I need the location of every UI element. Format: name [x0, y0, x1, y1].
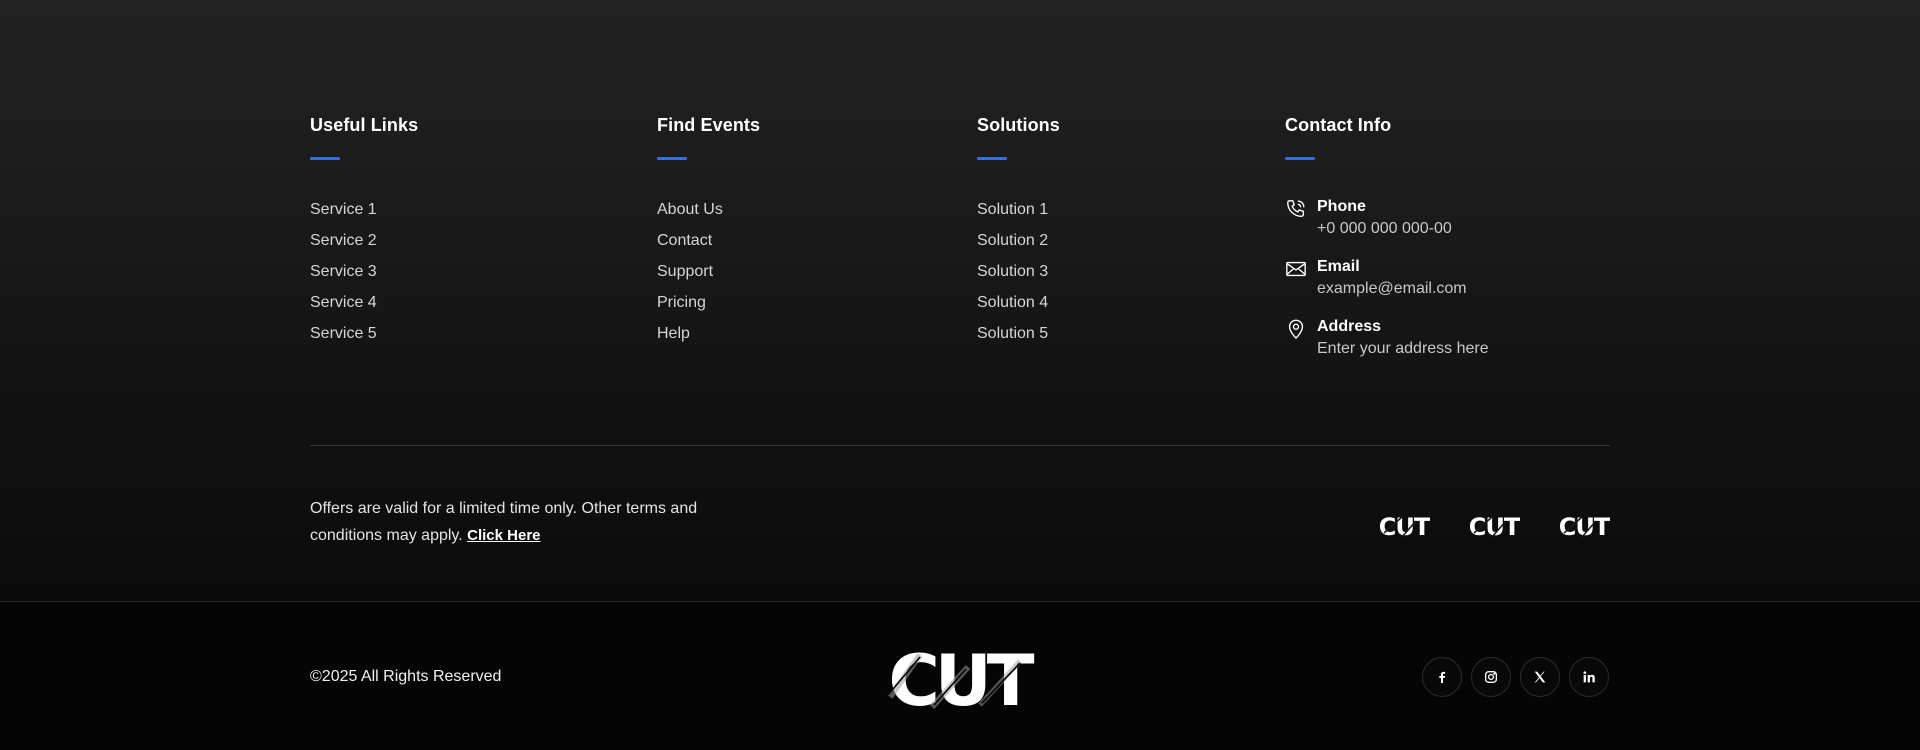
instagram-icon [1485, 671, 1497, 683]
partner-logo-2[interactable]: CUT [1468, 513, 1520, 539]
map-pin-icon [1285, 318, 1307, 340]
link-service-3[interactable]: Service 3 [310, 256, 418, 287]
solutions-column: Solutions Solution 1 Solution 2 Solution… [977, 114, 1060, 349]
instagram-button[interactable] [1471, 657, 1511, 697]
footer-main: Useful Links Service 1 Service 2 Service… [0, 0, 1920, 601]
find-events-heading: Find Events [657, 115, 761, 135]
link-contact[interactable]: Contact [657, 225, 760, 256]
offer-notice: Offers are valid for a limited time only… [310, 495, 730, 549]
contact-phone: Phone +0 000 000 000-00 [1285, 197, 1489, 257]
link-pricing[interactable]: Pricing [657, 287, 760, 318]
contact-info-heading: Contact Info [1285, 115, 1392, 135]
copyright-text: ©2025 All Rights Reserved [310, 668, 502, 685]
contact-email-label: Email [1317, 258, 1360, 275]
link-service-2[interactable]: Service 2 [310, 225, 418, 256]
contact-address-label: Address [1317, 318, 1382, 335]
heading-accent-bar [1285, 157, 1315, 160]
solutions-list: Solution 1 Solution 2 Solution 3 Solutio… [977, 194, 1060, 349]
contact-list: Phone +0 000 000 000-00 Email example@em… [1285, 197, 1489, 377]
find-events-column: Find Events About Us Contact Support Pri… [657, 114, 760, 349]
contact-info-column: Contact Info Phone +0 000 000 000-00 Ema… [1285, 114, 1489, 377]
facebook-button[interactable] [1422, 657, 1462, 697]
link-help[interactable]: Help [657, 318, 760, 349]
link-service-1[interactable]: Service 1 [310, 194, 418, 225]
contact-address: Address Enter your address here [1285, 317, 1489, 377]
contact-phone-value[interactable]: +0 000 000 000-00 [1317, 217, 1489, 241]
solutions-heading: Solutions [977, 115, 1060, 135]
contact-email-value[interactable]: example@email.com [1317, 277, 1489, 301]
link-service-4[interactable]: Service 4 [310, 287, 418, 318]
find-events-list: About Us Contact Support Pricing Help [657, 194, 760, 349]
heading-accent-bar [310, 157, 340, 160]
link-solution-1[interactable]: Solution 1 [977, 194, 1060, 225]
link-solution-4[interactable]: Solution 4 [977, 287, 1060, 318]
link-about-us[interactable]: About Us [657, 194, 760, 225]
contact-email: Email example@email.com [1285, 257, 1489, 317]
footer-divider [310, 445, 1610, 446]
link-solution-2[interactable]: Solution 2 [977, 225, 1060, 256]
cut-logo[interactable]: CUT [880, 645, 1038, 711]
contact-phone-label: Phone [1317, 198, 1366, 215]
useful-links-column: Useful Links Service 1 Service 2 Service… [310, 114, 418, 349]
contact-address-value: Enter your address here [1317, 340, 1489, 357]
x-twitter-button[interactable] [1520, 657, 1560, 697]
link-solution-5[interactable]: Solution 5 [977, 318, 1060, 349]
useful-links-heading: Useful Links [310, 115, 419, 135]
link-solution-3[interactable]: Solution 3 [977, 256, 1060, 287]
link-support[interactable]: Support [657, 256, 760, 287]
envelope-icon [1285, 258, 1307, 280]
phone-icon [1285, 198, 1307, 220]
x-twitter-icon [1534, 671, 1546, 683]
partner-logo-1[interactable]: CUT [1378, 513, 1430, 539]
useful-links-list: Service 1 Service 2 Service 3 Service 4 … [310, 194, 418, 349]
heading-accent-bar [977, 157, 1007, 160]
partner-logo-3[interactable]: CUT [1558, 513, 1610, 539]
linkedin-icon [1583, 671, 1595, 683]
offer-click-here-link[interactable]: Click Here [467, 527, 540, 544]
link-service-5[interactable]: Service 5 [310, 318, 418, 349]
heading-accent-bar [657, 157, 687, 160]
facebook-icon [1439, 671, 1446, 683]
linkedin-button[interactable] [1569, 657, 1609, 697]
